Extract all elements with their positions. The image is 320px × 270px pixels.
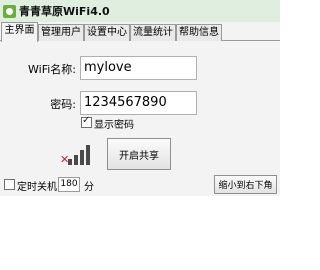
tab-main[interactable]: 主界面 [1,22,38,42]
footer-bar: 定时关机: 分 缩小到右下角 [0,174,280,196]
timer-unit-label: 分 [84,182,94,193]
ssid-label: WiFi名称: [28,63,76,76]
tab-bar: 主界面 管理用户 设置中心 流量统计 帮助信息 [0,22,280,42]
timer-minutes-input[interactable]: 180 [58,177,80,192]
app-logo-icon [3,4,16,18]
tab-traffic-stats[interactable]: 流量统计 [130,24,176,41]
title-bar: 青青草原WiFi4.0 [0,0,280,22]
show-password-checkbox[interactable] [81,115,92,128]
tab-settings[interactable]: 设置中心 [84,24,130,41]
tab-help[interactable]: 帮助信息 [176,24,222,41]
ssid-input[interactable]: mylove [80,56,197,80]
disconnected-x-icon: ✕ [60,153,70,166]
window-title: 青青草原WiFi4.0 [19,5,110,18]
tab-manage-users[interactable]: 管理用户 [38,24,84,41]
timer-shutdown-label: 定时关机: [17,182,61,193]
signal-strength-icon: ✕ [60,143,92,165]
show-password-label: 显示密码 [94,120,134,131]
app-window: 青青草原WiFi4.0 主界面 管理用户 设置中心 流量统计 帮助信息 WiFi… [0,0,280,196]
timer-shutdown-checkbox[interactable] [4,179,15,190]
minimize-to-tray-button[interactable]: 缩小到右下角 [214,175,277,194]
password-input[interactable]: 1234567890 [80,91,197,115]
start-share-button[interactable]: 开启共享 [107,138,171,170]
password-label: 密码: [50,98,76,111]
